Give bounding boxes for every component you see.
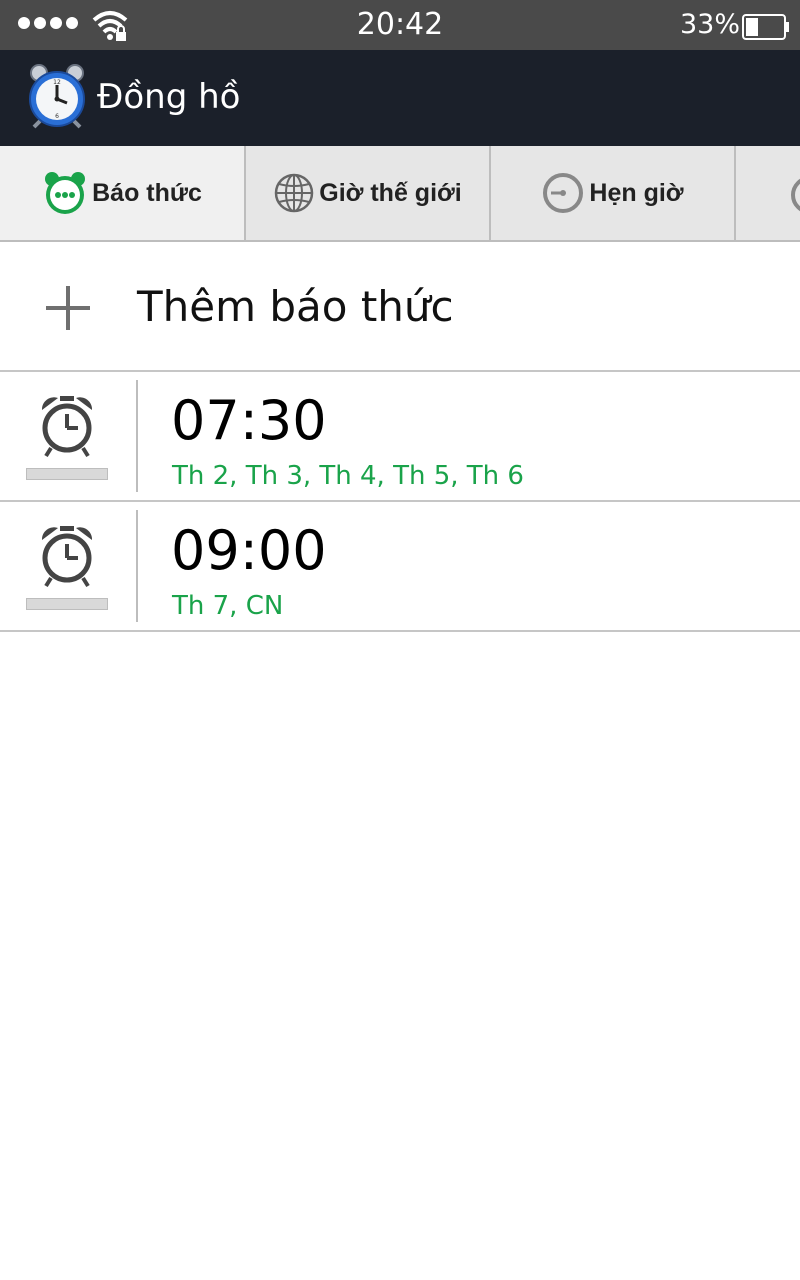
tab-world-clock[interactable]: Giờ thế giới — [246, 146, 491, 240]
alarm-time: 07:30 — [171, 389, 327, 452]
alarm-toggle[interactable] — [26, 468, 108, 480]
alarm-toggle[interactable] — [26, 598, 108, 610]
plus-icon — [46, 286, 90, 330]
app-bar: 12 6 Đồng hồ — [0, 50, 800, 146]
tab-alarm-label: Báo thức — [92, 178, 202, 207]
svg-text:6: 6 — [55, 113, 59, 120]
tab-timer-label: Hẹn giờ — [589, 178, 684, 207]
svg-text:12: 12 — [53, 79, 61, 86]
alarm-clock-app-icon[interactable]: 12 6 — [26, 63, 88, 129]
battery-icon — [742, 14, 789, 40]
alarm-clock-icon[interactable] — [38, 394, 96, 460]
alarm-repeat-days: Th 7, CN — [172, 591, 284, 621]
tab-alarm[interactable]: Báo thức — [0, 146, 246, 240]
stopwatch-icon — [791, 178, 800, 212]
app-title: Đồng hồ — [97, 77, 241, 117]
add-alarm-row[interactable]: Thêm báo thức — [0, 242, 800, 372]
alarm-repeat-days: Th 2, Th 3, Th 4, Th 5, Th 6 — [172, 461, 524, 491]
divider — [136, 380, 138, 492]
globe-icon — [275, 173, 314, 213]
add-alarm-label: Thêm báo thức — [137, 282, 454, 331]
alarm-item[interactable]: 07:30 Th 2, Th 3, Th 4, Th 5, Th 6 — [0, 372, 800, 502]
status-bar: 20:42 33% — [0, 0, 800, 50]
tab-stopwatch[interactable] — [736, 146, 800, 240]
tab-world-clock-label: Giờ thế giới — [319, 178, 462, 207]
alarm-time: 09:00 — [171, 519, 327, 582]
tab-bar: Báo thức Giờ thế giới Hẹn giờ — [0, 146, 800, 242]
divider — [136, 510, 138, 622]
alarm-clock-icon — [45, 172, 86, 214]
battery-percent: 33% — [679, 9, 740, 40]
timer-icon — [543, 173, 584, 213]
alarm-clock-icon[interactable] — [38, 524, 96, 590]
alarm-item[interactable]: 09:00 Th 7, CN — [0, 502, 800, 632]
tab-timer[interactable]: Hẹn giờ — [491, 146, 736, 240]
